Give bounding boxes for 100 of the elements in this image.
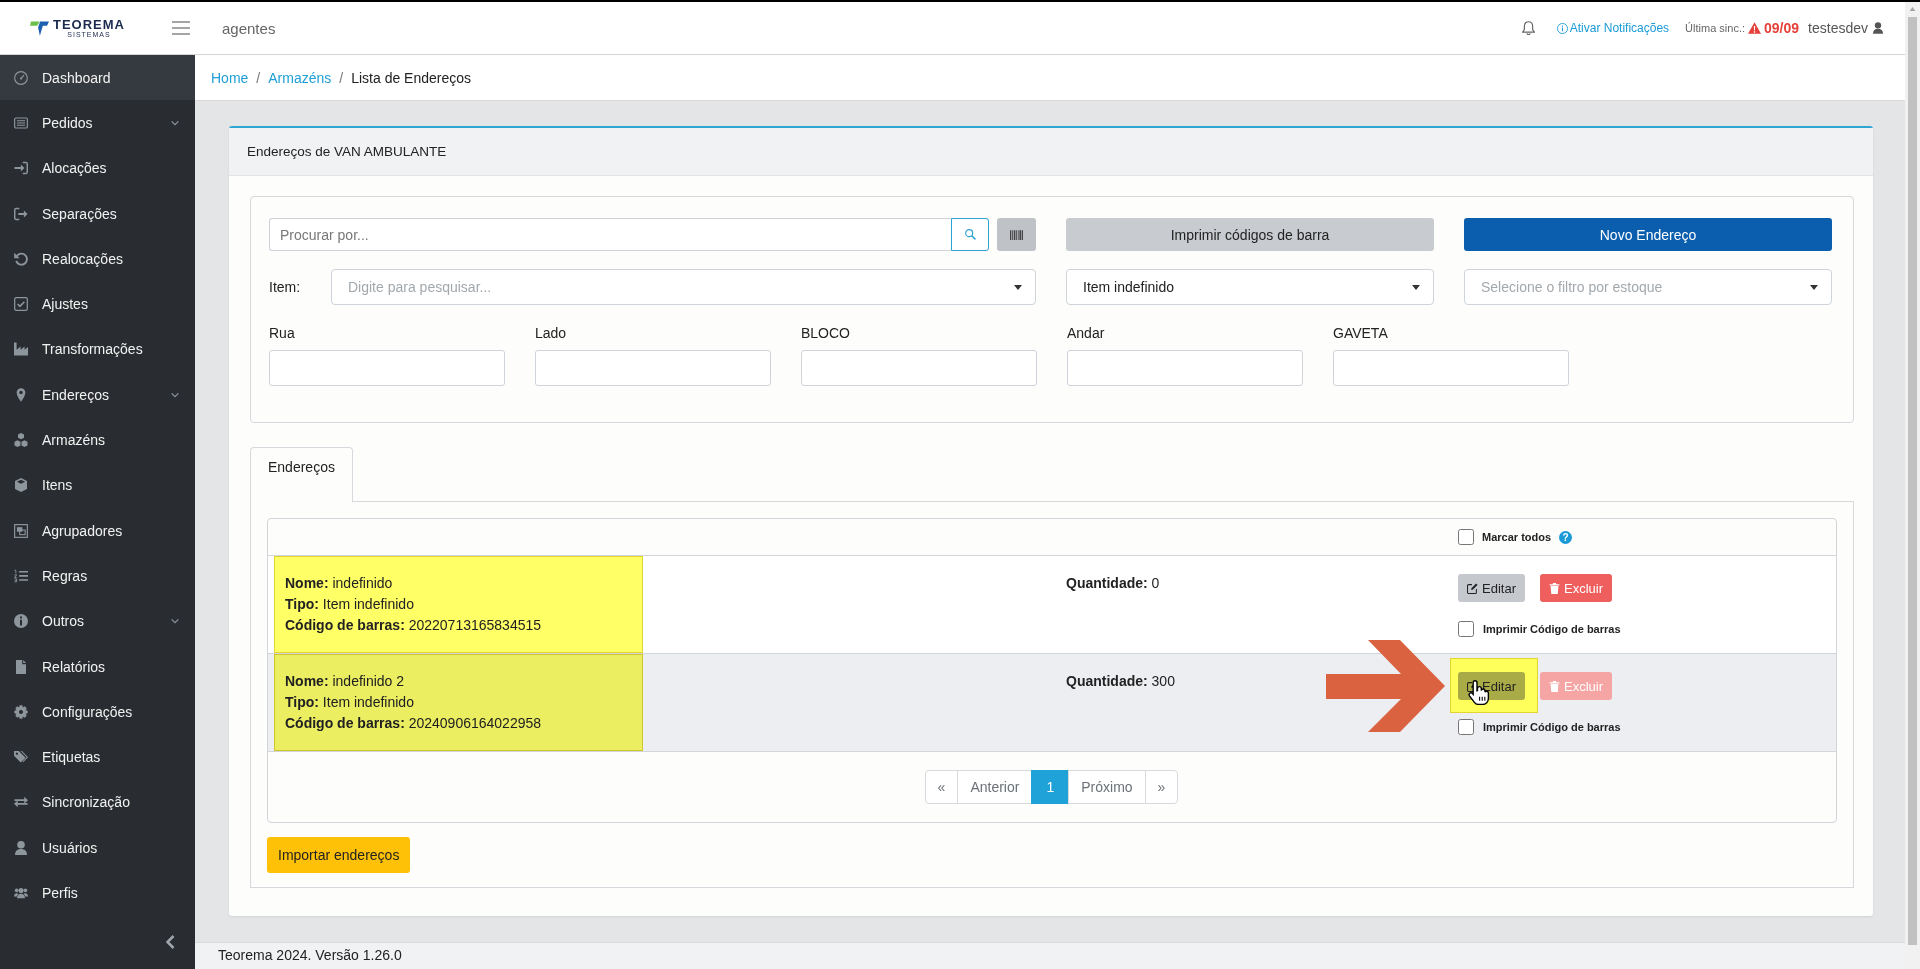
sidebar-item[interactable]: Separações (0, 190, 195, 237)
user-icon (14, 840, 28, 855)
sidebar-item[interactable]: Alocações (0, 145, 195, 191)
caret-icon (1014, 284, 1022, 290)
new-address-button[interactable]: Novo Endereço (1464, 218, 1832, 251)
object-group-icon (14, 523, 28, 538)
sidebar-item[interactable]: Sincronização (0, 779, 195, 826)
sync-date: 09/09 (1764, 20, 1800, 36)
field-label: Rua (269, 324, 296, 343)
breadcrumb-separator: / (339, 69, 344, 86)
field-label: Andar (1067, 324, 1106, 343)
name-text: Nome: indefinido (285, 574, 394, 593)
pagination-button[interactable]: Anterior (957, 770, 1033, 804)
field-label: Lado (535, 324, 568, 343)
type-text: Tipo: Item indefinido (285, 693, 415, 712)
check-square-icon (14, 297, 28, 312)
exchange-icon (14, 795, 28, 810)
sidebar-item[interactable]: Transformações (0, 326, 195, 373)
sync-label: Última sinc.: (1685, 22, 1745, 34)
pagination-button[interactable]: Próximo (1068, 770, 1146, 804)
sidebar-item[interactable]: Itens (0, 462, 195, 508)
edit-button[interactable]: Editar (1458, 574, 1525, 602)
edit-icon (1467, 582, 1478, 594)
input-field[interactable] (1067, 350, 1303, 386)
sidebar-item[interactable]: Etiquetas (0, 734, 195, 780)
quantity-text: Quantidade: 300 (1066, 672, 1176, 691)
barcode-text: Código de barras: 20220713165834515 (285, 616, 543, 635)
name-text: Nome: indefinido 2 (285, 672, 406, 691)
field-label: GAVETA (1333, 324, 1389, 343)
field-label: Item: (269, 279, 302, 295)
sidebar-item[interactable]: Realocações (0, 236, 195, 282)
table-row[interactable]: Nome: indefinido Tipo: Item indefinido Código de barras: 20220713165834515 Quantidade: 0 Editar Excluir Imprimir Código de barras (268, 556, 1836, 654)
sign-out-icon (14, 206, 28, 221)
sign-in-icon (14, 161, 28, 176)
breadcrumb-separator: / (256, 69, 261, 86)
search-button[interactable] (951, 218, 989, 251)
input-field[interactable] (801, 350, 1037, 386)
pagination-button[interactable]: » (1144, 770, 1179, 804)
footer-text: Teorema 2024. Versão 1.26.0 (218, 947, 402, 963)
users-icon (14, 886, 28, 900)
list-icon (14, 115, 28, 130)
file-icon (14, 659, 28, 674)
quantity-text: Quantidade: 0 (1066, 574, 1161, 593)
input-field[interactable] (1333, 350, 1569, 386)
menu-icon[interactable] (172, 21, 190, 35)
sidebar-item[interactable]: Regras (0, 553, 195, 599)
sidebar-item[interactable]: Agrupadores (0, 507, 195, 554)
sidebar-item[interactable]: Outros (0, 598, 195, 644)
gear-icon (14, 704, 28, 719)
search-field[interactable]: Procurar por... (269, 218, 951, 251)
gauge-icon (14, 70, 28, 85)
checkbox[interactable] (1458, 529, 1474, 545)
input-field[interactable] (269, 350, 505, 386)
cubes-icon (14, 433, 28, 447)
logo-text: TEOREMA (53, 17, 125, 31)
barcode-text: Código de barras: 20240906164022958 (285, 714, 543, 733)
logo-icon (30, 20, 49, 36)
checkbox-label: Imprimir Código de barras (1483, 721, 1621, 733)
breadcrumb-current: Lista de Endereços (351, 69, 472, 86)
map-pin-icon (14, 387, 28, 402)
barcode-button[interactable] (997, 218, 1036, 251)
trash-icon (1548, 582, 1560, 594)
scroll-up-arrow-icon[interactable] (1909, 7, 1916, 11)
print-barcodes-button[interactable]: Imprimir códigos de barra (1066, 218, 1434, 251)
tab[interactable]: Endereços (250, 447, 353, 502)
factory-icon (14, 342, 28, 357)
card-title: Endereços de VAN AMBULANTE (229, 128, 1873, 176)
user-icon[interactable] (1873, 22, 1883, 34)
sidebar-item[interactable]: Relatórios (0, 643, 195, 690)
type-select[interactable]: Item indefinido (1066, 269, 1434, 305)
checkbox-label: Marcar todos (1482, 531, 1552, 543)
checkbox[interactable] (1458, 621, 1474, 637)
undo-icon (14, 251, 28, 266)
sidebar-item[interactable]: Configurações (0, 689, 195, 735)
checkbox-label: Imprimir Código de barras (1483, 623, 1621, 635)
trash-icon (1548, 680, 1560, 692)
tags-icon (14, 750, 28, 765)
sidebar-item[interactable]: Armazéns (0, 417, 195, 463)
barcode-icon (1010, 229, 1023, 240)
search-icon (964, 229, 976, 240)
username: testesdev (1808, 20, 1868, 36)
input-field[interactable] (535, 350, 771, 386)
caret-icon (1810, 284, 1818, 290)
bell-icon[interactable] (1521, 21, 1535, 35)
checkbox[interactable] (1458, 719, 1474, 735)
sidebar-item[interactable]: Pedidos (0, 100, 195, 146)
sidebar-item[interactable]: Usuários (0, 825, 195, 871)
field-label: BLOCO (801, 324, 851, 343)
import-button[interactable]: Importar endereços (267, 837, 411, 873)
info-icon (1556, 22, 1568, 34)
scrollbar-thumb[interactable] (1908, 17, 1917, 945)
chevron-left-icon[interactable] (166, 935, 175, 949)
type-text: Tipo: Item indefinido (285, 595, 415, 614)
cube-icon (14, 478, 28, 493)
pagination-button[interactable]: « (924, 770, 959, 804)
sidebar-item[interactable]: Perfis (0, 870, 195, 916)
sidebar-item[interactable]: Ajustes (0, 281, 195, 327)
sidebar-item[interactable]: Dashboard (0, 55, 195, 101)
header-title: agentes (222, 19, 276, 37)
sidebar-item[interactable]: Endereços (0, 372, 195, 418)
